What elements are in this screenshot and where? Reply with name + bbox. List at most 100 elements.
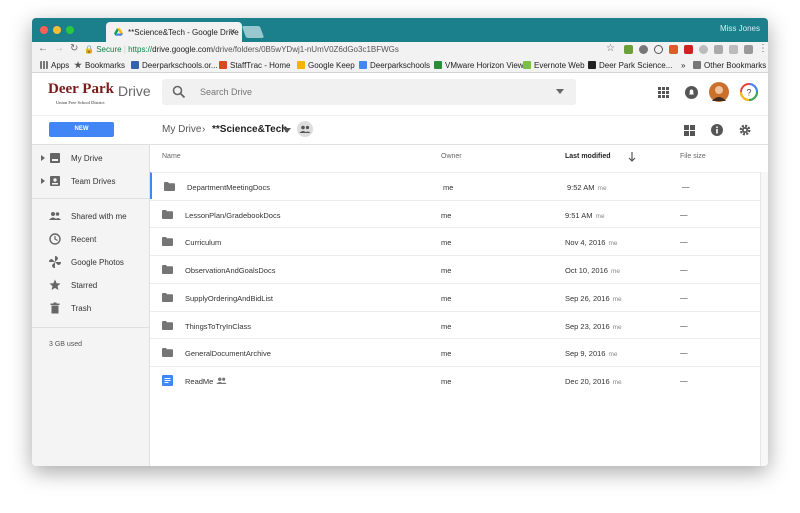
bookmark-star-icon[interactable]: ☆ [606, 43, 615, 54]
storage-used[interactable]: 3 GB used [49, 341, 82, 348]
file-owner: me [441, 321, 452, 331]
extension-1-icon[interactable] [624, 45, 633, 54]
file-row[interactable]: DepartmentMeetingDocs me 9:52 AM me — [150, 172, 760, 199]
file-name[interactable]: SupplyOrderingAndBidList [185, 294, 273, 303]
column-header-last-modified[interactable]: Last modified [565, 153, 611, 160]
file-row[interactable]: ThingsToTryInClass me Sep 23, 2016 me — [150, 310, 760, 338]
bookmark-item[interactable]: Bookmarks [74, 61, 125, 70]
address-bar[interactable]: 🔒 Secure | https://drive.google.com/driv… [84, 43, 634, 57]
sidebar-item-shared[interactable]: Shared with me [32, 208, 150, 226]
apps-grid-icon[interactable] [658, 87, 669, 98]
photos-icon [49, 256, 61, 268]
trash-icon [50, 302, 60, 314]
settings-gear-icon[interactable] [739, 124, 751, 136]
other-bookmarks[interactable]: Other Bookmarks [693, 61, 766, 70]
extension-7-icon[interactable] [714, 45, 723, 54]
bookmark-item[interactable]: Deer Park Science... [588, 61, 672, 70]
file-name[interactable]: ReadMe [185, 377, 213, 386]
file-name[interactable]: Curriculum [185, 238, 221, 247]
star-icon [49, 279, 61, 290]
extension-6-icon[interactable] [699, 45, 708, 54]
column-header-owner[interactable]: Owner [441, 153, 462, 160]
bookmark-item[interactable]: Google Keep [297, 61, 355, 70]
column-header-file-size[interactable]: File size [680, 153, 706, 160]
file-owner: me [441, 238, 452, 248]
extension-4-icon[interactable] [669, 45, 678, 54]
bookmark-item[interactable]: Deerparkschools [359, 61, 430, 70]
bookmark-item[interactable]: Deerparkschools.or... [131, 61, 218, 70]
file-name[interactable]: ThingsToTryInClass [185, 322, 251, 331]
bookmark-apps[interactable]: Apps [40, 61, 69, 70]
help-icon[interactable]: ? [740, 83, 758, 101]
sidebar-item-recent[interactable]: Recent [32, 231, 150, 249]
file-row[interactable]: ReadMe me Dec 20, 2016 me — [150, 365, 760, 393]
sidebar-item-team-drives[interactable]: Team Drives [32, 173, 150, 191]
browser-tab[interactable]: **Science&Tech - Google Drive ✕ [106, 22, 242, 42]
bookmark-item[interactable]: StaffTrac - Home [219, 61, 290, 70]
profile-name[interactable]: Miss Jones [720, 24, 760, 33]
scrollbar[interactable] [760, 172, 768, 466]
notifications-icon[interactable] [685, 86, 698, 99]
shared-folder-icon[interactable] [297, 121, 313, 137]
browser-window: **Science&Tech - Google Drive ✕ Miss Jon… [32, 18, 768, 466]
search-input[interactable] [200, 85, 540, 99]
file-name[interactable]: LessonPlan/GradebookDocs [185, 211, 280, 220]
new-tab-button[interactable] [241, 26, 265, 38]
breadcrumb-separator: › [202, 124, 206, 135]
bookmark-item[interactable]: Evernote Web [523, 61, 585, 70]
modified-by: me [595, 212, 605, 220]
extension-5-icon[interactable] [684, 45, 693, 54]
extension-8-icon[interactable] [729, 45, 738, 54]
bookmark-item[interactable]: VMware Horizon View [434, 61, 524, 70]
secure-label: Secure [96, 45, 122, 54]
file-row[interactable]: SupplyOrderingAndBidList me Sep 26, 2016 me… [150, 282, 760, 310]
extension-3-icon[interactable] [654, 45, 663, 54]
sidebar-item-google-photos[interactable]: Google Photos [32, 254, 150, 272]
forward-icon[interactable]: → [54, 43, 64, 54]
expand-arrow-icon[interactable] [41, 155, 45, 161]
column-header-name[interactable]: Name [162, 153, 181, 160]
file-name[interactable]: ObservationAndGoalsDocs [185, 266, 275, 275]
avatar[interactable] [709, 82, 729, 102]
expand-arrow-icon[interactable] [41, 178, 45, 184]
folder-icon [164, 182, 175, 191]
extension-9-icon[interactable] [744, 45, 753, 54]
grid-view-icon[interactable] [684, 125, 695, 136]
sidebar-item-trash[interactable]: Trash [32, 300, 150, 318]
tab-close-icon[interactable]: ✕ [229, 27, 236, 36]
file-name[interactable]: GeneralDocumentArchive [185, 349, 271, 358]
back-icon[interactable]: ← [38, 43, 48, 54]
breadcrumb-my-drive[interactable]: My Drive [162, 124, 201, 135]
file-name[interactable]: DepartmentMeetingDocs [187, 183, 270, 192]
lock-icon: 🔒 [84, 45, 94, 54]
maximize-window-button[interactable] [66, 26, 74, 34]
file-row[interactable]: LessonPlan/GradebookDocs me 9:51 AM me — [150, 199, 760, 227]
file-row[interactable]: Curriculum me Nov 4, 2016 me — [150, 227, 760, 254]
info-icon[interactable] [711, 124, 723, 136]
folder-icon [162, 209, 173, 219]
reload-icon[interactable]: ↻ [70, 43, 78, 54]
file-row[interactable]: GeneralDocumentArchive me Sep 9, 2016 me — [150, 338, 760, 365]
folder-menu-caret-icon[interactable] [283, 128, 291, 133]
keep-icon [297, 61, 305, 69]
apps-grid-icon [40, 61, 48, 69]
shared-icon [49, 212, 61, 220]
search-bar[interactable] [162, 79, 576, 105]
new-button[interactable]: NEW [49, 122, 114, 137]
extension-2-icon[interactable] [639, 45, 648, 54]
district-logo[interactable]: Deer Park [48, 81, 114, 98]
team-drives-icon [50, 176, 60, 186]
close-window-button[interactable] [40, 26, 48, 34]
search-options-caret-icon[interactable] [556, 89, 564, 94]
search-icon[interactable] [172, 85, 186, 99]
breadcrumb-current-folder[interactable]: **Science&Tech [212, 124, 287, 135]
sidebar-item-my-drive[interactable]: My Drive [32, 150, 150, 168]
sort-descending-arrow-icon[interactable] [628, 152, 636, 162]
file-last-modified: Sep 9, 2016 me [565, 349, 618, 359]
sidebar-item-starred[interactable]: Starred [32, 277, 150, 295]
file-size: — [682, 182, 690, 191]
file-row[interactable]: ObservationAndGoalsDocs me Oct 10, 2016 me — [150, 255, 760, 282]
bookmarks-overflow[interactable]: » [681, 61, 685, 70]
menu-icon[interactable]: ⋮ [758, 43, 768, 54]
minimize-window-button[interactable] [53, 26, 61, 34]
